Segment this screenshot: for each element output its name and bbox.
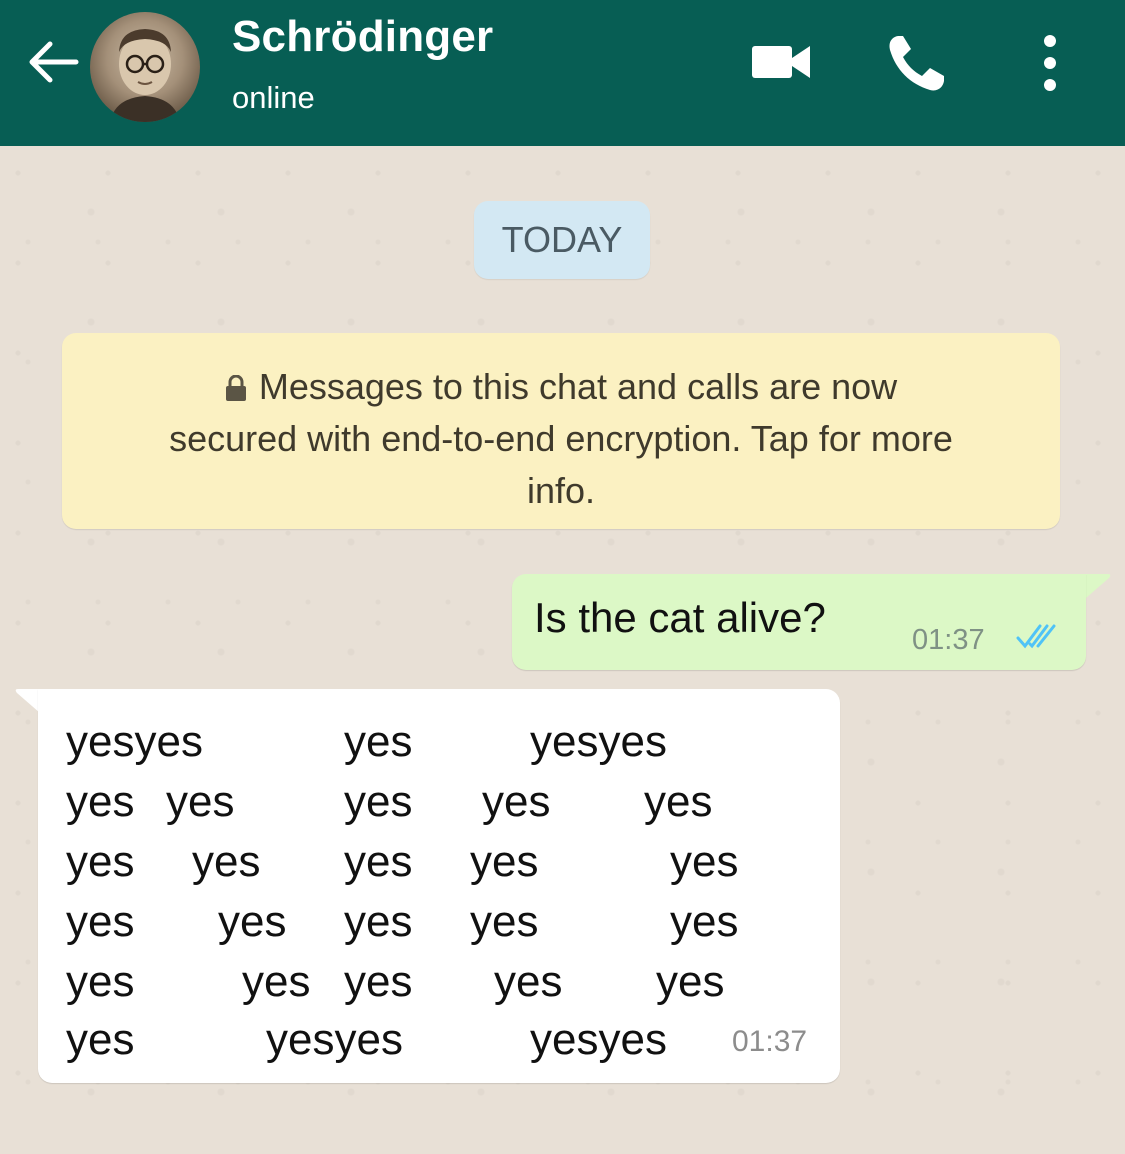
yes-word: yes	[670, 837, 739, 886]
yes-word: yes	[344, 957, 413, 1006]
contact-status: online	[232, 80, 315, 115]
more-options-icon[interactable]	[1038, 32, 1062, 94]
yes-word: yes	[218, 897, 287, 946]
yes-word: yes	[66, 957, 135, 1006]
yes-word: yesyes	[530, 717, 667, 766]
chat-header: Schrödinger online	[0, 0, 1125, 146]
encryption-notice-line-3: info.	[526, 470, 596, 511]
incoming-message[interactable]: yesyes yes yesyes yes yes yes yes yes ye…	[38, 689, 840, 1083]
yes-word: yesyes	[266, 1015, 403, 1064]
yes-word: yes	[66, 1015, 135, 1064]
read-ticks-icon	[1016, 624, 1056, 649]
encryption-notice[interactable]: Messages to this chat and calls are now …	[62, 333, 1060, 529]
yes-word: yes	[192, 837, 261, 886]
outgoing-bubble-tail	[1086, 574, 1111, 598]
phone-icon[interactable]	[886, 32, 948, 92]
encryption-notice-text-1: Messages to this chat and calls are now	[258, 366, 898, 407]
back-arrow-icon[interactable]	[24, 38, 80, 86]
yes-word: yes	[656, 957, 725, 1006]
outgoing-message-time: 01:37	[912, 624, 985, 656]
yes-word: yes	[66, 837, 135, 886]
contact-name[interactable]: Schrödinger	[232, 12, 493, 62]
lock-icon	[225, 375, 246, 401]
yes-word: yesyes	[530, 1015, 667, 1064]
yes-word: yes	[482, 777, 551, 826]
outgoing-message-text: Is the cat alive?	[534, 594, 826, 641]
yes-word: yes	[644, 777, 713, 826]
outgoing-message[interactable]: Is the cat alive? 01:37	[512, 574, 1086, 670]
avatar[interactable]	[90, 12, 200, 122]
encryption-notice-line-2: secured with end-to-end encryption. Tap …	[169, 418, 953, 459]
yes-word: yes	[470, 897, 539, 946]
yes-word: yesyes	[66, 717, 203, 766]
video-call-icon[interactable]	[752, 44, 812, 80]
incoming-bubble-tail	[15, 689, 40, 713]
date-chip: TODAY	[474, 201, 650, 279]
yes-word: yes	[344, 717, 413, 766]
yes-word: yes	[344, 837, 413, 886]
yes-word: yes	[66, 897, 135, 946]
yes-word: yes	[344, 777, 413, 826]
yes-word: yes	[670, 897, 739, 946]
yes-word: yes	[242, 957, 311, 1006]
yes-word: yes	[344, 897, 413, 946]
yes-word: yes	[166, 777, 235, 826]
incoming-message-time: 01:37	[732, 1025, 808, 1058]
yes-word: yes	[470, 837, 539, 886]
yes-word: yes	[494, 957, 563, 1006]
encryption-notice-line-1: Messages to this chat and calls are now	[84, 361, 1038, 413]
yes-word: yes	[66, 777, 135, 826]
